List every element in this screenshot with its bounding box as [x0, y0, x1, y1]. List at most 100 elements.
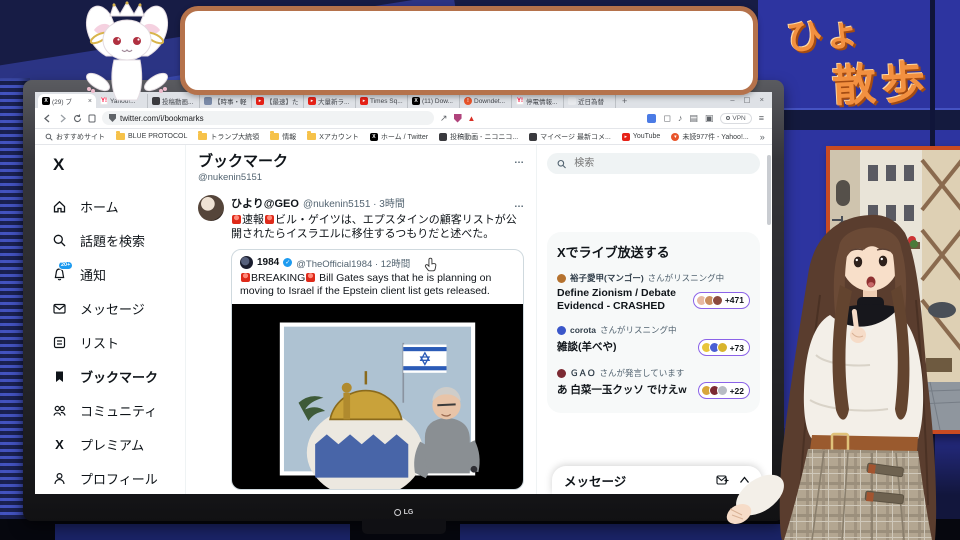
- minimize-button[interactable]: –: [730, 95, 734, 104]
- bookmark-app-icon[interactable]: [88, 114, 96, 123]
- eye: [113, 37, 121, 45]
- bookmark-folder-info[interactable]: 情報: [270, 131, 297, 142]
- music-icon[interactable]: ♪: [678, 113, 683, 123]
- tab-x-downloads[interactable]: X (11) Dow...: [408, 94, 460, 108]
- sidebar-panel-icon[interactable]: ▤: [689, 113, 698, 123]
- close-button[interactable]: ×: [760, 95, 764, 104]
- bookmarked-tweet[interactable]: ひより@GEO @nukenin5151 · 3時間 … 速報 ビル・ゲイツは、エ…: [186, 185, 536, 490]
- tab-label: 【最速】た...: [266, 99, 299, 106]
- back-icon[interactable]: [43, 114, 52, 123]
- tab-yahoo-power[interactable]: Y! 停電情報...: [512, 94, 564, 108]
- tab-youtube-3[interactable]: ▸ Times Sq...: [356, 94, 408, 108]
- url-text[interactable]: twitter.com/i/bookmarks: [120, 114, 204, 123]
- avatar[interactable]: [198, 195, 224, 221]
- tab-misc[interactable]: 近日為替: [564, 94, 616, 108]
- tweet-body: ひより@GEO @nukenin5151 · 3時間 … 速報 ビル・ゲイツは、エ…: [231, 195, 524, 490]
- sidebar-item-profile[interactable]: プロフィール: [51, 461, 185, 494]
- brave-shield-icon[interactable]: [453, 113, 462, 123]
- tweet-more-icon[interactable]: …: [514, 199, 524, 210]
- folder-icon: [270, 131, 280, 140]
- gates-israel-photo: [232, 319, 523, 489]
- x-logo[interactable]: X: [53, 155, 185, 175]
- live-host-action: さんが発言しています: [599, 368, 685, 379]
- eye: [133, 37, 141, 45]
- home-icon: [51, 198, 68, 215]
- eye: [878, 255, 888, 267]
- folder-icon: [198, 131, 208, 140]
- niconico-favicon: [439, 132, 448, 141]
- tab-news[interactable]: 【時事・軽...: [200, 94, 252, 108]
- share-icon[interactable]: ↗: [440, 113, 448, 123]
- sidebar-item-label: ホーム: [80, 199, 119, 215]
- vpn-button[interactable]: VPN: [720, 112, 752, 124]
- live-space-title: あ 白菜一玉クッソ でけえw: [557, 384, 687, 397]
- page-title: ブックマーク: [198, 153, 289, 170]
- search-input[interactable]: [572, 157, 750, 170]
- tab-downdetector[interactable]: ! Downdet...: [460, 94, 512, 108]
- reload-icon[interactable]: [73, 114, 82, 123]
- bookmark-label: マイページ 最新コメ...: [540, 133, 611, 141]
- bookmarks-overflow-icon[interactable]: »: [760, 132, 765, 142]
- bookmark-item-yahoo-mail[interactable]: ▾ 未読977件 - Yahoo!...: [671, 132, 749, 142]
- sidebar-item-communities[interactable]: コミュニティ: [51, 393, 185, 427]
- live-host-name: ＧＡＯ: [570, 368, 596, 379]
- tab-label: Downdet...: [474, 97, 506, 105]
- tab-youtube-2[interactable]: ▸ 大量新ラ...: [304, 94, 356, 108]
- vtuber-character: [726, 214, 937, 540]
- quote-meta: @TheOfficial1984 · 12時間: [296, 258, 411, 270]
- tweet-name-row: ひより@GEO @nukenin5151 · 3時間 …: [231, 195, 524, 211]
- bookmark-item-twitter-home[interactable]: X ホーム / Twitter: [369, 132, 429, 142]
- youtube-favicon: ▸: [360, 97, 368, 105]
- sidebar-item-premium[interactable]: X プレミアム: [51, 427, 185, 461]
- reader-icon[interactable]: ▣: [705, 113, 714, 123]
- chat-icon[interactable]: ◻: [663, 113, 670, 123]
- messages-label: メッセージ: [564, 474, 627, 489]
- more-menu-icon[interactable]: …: [514, 155, 524, 166]
- siren-emoji: [232, 215, 241, 224]
- sidebar-item-label: メッセージ: [80, 301, 145, 317]
- verified-badge-icon: ✓: [283, 258, 293, 268]
- tab-label: Times Sq...: [370, 97, 403, 105]
- sidebar-item-explore[interactable]: 話題を検索: [51, 223, 185, 257]
- sidebar-item-notifications[interactable]: 20+ 通知: [51, 257, 185, 291]
- sidebar-item-bookmarks[interactable]: ブックマーク: [51, 359, 185, 393]
- bookmark-item-youtube[interactable]: ▸ YouTube: [621, 132, 660, 141]
- tab-label: (11) Dow...: [422, 97, 453, 105]
- new-tab-button[interactable]: +: [616, 94, 633, 108]
- tweet-author-name[interactable]: ひより@GEO: [231, 195, 299, 211]
- maximize-button[interactable]: ▢: [744, 95, 751, 104]
- bookmark-item-suggested[interactable]: おすすめサイト: [45, 132, 105, 142]
- sidebar-item-label: プレミアム: [80, 437, 145, 453]
- siren-emoji: [241, 272, 250, 282]
- bookmark-icon: [51, 368, 68, 385]
- quoted-tweet[interactable]: 1984 ✓ @TheOfficial1984 · 12時間 BREAKING …: [231, 248, 524, 490]
- quote-header: 1984 ✓ @TheOfficial1984 · 12時間: [232, 250, 523, 270]
- quote-image[interactable]: [232, 303, 523, 489]
- bookmark-folder-trump[interactable]: トランプ大統領: [198, 131, 259, 142]
- bookmark-folder-x-accounts[interactable]: Xアカウント: [307, 131, 359, 142]
- sidebar-item-messages[interactable]: メッセージ: [51, 291, 185, 325]
- speech-bubble: [180, 6, 758, 95]
- tab-label: 停電情報...: [526, 99, 558, 106]
- bookmark-label: Xアカウント: [319, 133, 359, 141]
- url-bar[interactable]: twitter.com/i/bookmarks: [102, 111, 434, 125]
- search-icon: [51, 232, 68, 249]
- x-icon: X: [55, 436, 64, 452]
- bookmark-label: ホーム / Twitter: [380, 133, 429, 141]
- siren-emoji: [265, 215, 274, 224]
- bookmark-label: 情報: [282, 133, 297, 141]
- sidebar-item-home[interactable]: ホーム: [51, 189, 185, 223]
- bookmark-item-nico-mypage[interactable]: マイページ 最新コメ...: [529, 132, 611, 142]
- tab-youtube-1[interactable]: ▸【最速】た...: [252, 94, 304, 108]
- menu-icon[interactable]: ≡: [759, 113, 764, 123]
- search-box[interactable]: [547, 153, 760, 174]
- site-permissions-icon[interactable]: [109, 114, 116, 122]
- extension-warning-icon[interactable]: ▲: [468, 114, 476, 123]
- forward-icon[interactable]: [58, 114, 67, 123]
- wallet-icon[interactable]: [647, 113, 657, 123]
- bookmark-folder-blue-protocol[interactable]: BLUE PROTOCOL: [116, 131, 187, 140]
- sidebar-item-label: ブックマーク: [80, 369, 159, 385]
- sidebar-item-lists[interactable]: リスト: [51, 325, 185, 359]
- tweet-text-emphasis: 速報: [242, 214, 264, 226]
- bookmark-item-nico-videos[interactable]: 投稿動画 - ニコニコ...: [439, 132, 518, 142]
